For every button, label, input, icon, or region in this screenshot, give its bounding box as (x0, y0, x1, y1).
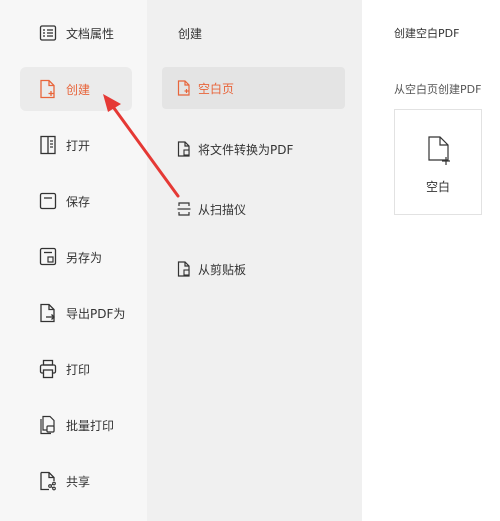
export-pdf-icon (38, 303, 58, 323)
sidebar-item-save[interactable]: 保存 (20, 179, 132, 223)
sidebar-item-document-properties[interactable]: 文档属性 (20, 11, 132, 55)
blank-page-icon (176, 80, 192, 96)
option-label: 将文件转换为PDF (198, 142, 294, 157)
sidebar-item-label: 创建 (66, 82, 91, 97)
create-panel-title: 创建 (178, 27, 203, 41)
option-label: 从扫描仪 (198, 202, 247, 217)
detail-title: 创建空白PDF (394, 27, 460, 40)
save-as-icon (38, 247, 58, 267)
blank-document-icon (427, 136, 451, 170)
document-properties-icon (38, 23, 58, 43)
sidebar-item-label: 保存 (66, 194, 91, 209)
sidebar-item-save-as[interactable]: 另存为 (20, 235, 132, 279)
save-icon (38, 191, 58, 211)
share-icon (38, 471, 58, 491)
scanner-icon (176, 201, 192, 217)
convert-file-icon (176, 141, 192, 157)
sidebar-item-label: 打印 (66, 362, 91, 377)
sidebar-item-label: 批量打印 (66, 418, 115, 433)
detail-panel (362, 0, 500, 521)
option-convert-file[interactable]: 将文件转换为PDF (162, 128, 345, 170)
sidebar-item-label: 文档属性 (66, 26, 115, 41)
batch-print-icon (38, 415, 58, 435)
option-blank-page[interactable]: 空白页 (162, 67, 345, 109)
sidebar-item-print[interactable]: 打印 (20, 347, 132, 391)
option-label: 空白页 (198, 81, 235, 96)
sidebar-item-label: 打开 (66, 138, 91, 153)
clipboard-icon (176, 261, 192, 277)
create-icon (38, 79, 58, 99)
card-label: 空白 (425, 180, 450, 194)
sidebar-item-create[interactable]: 创建 (20, 67, 132, 111)
open-icon (38, 135, 58, 155)
sidebar-item-label: 共享 (66, 474, 91, 489)
option-from-scanner[interactable]: 从扫描仪 (162, 188, 345, 230)
sidebar-item-share[interactable]: 共享 (20, 459, 132, 503)
blank-pdf-card[interactable]: 空白 (394, 109, 482, 215)
sidebar-item-open[interactable]: 打开 (20, 123, 132, 167)
sidebar-item-export-pdf[interactable]: 导出PDF为 (20, 291, 132, 335)
detail-subtitle: 从空白页创建PDF (394, 83, 482, 96)
sidebar-item-batch-print[interactable]: 批量打印 (20, 403, 132, 447)
option-label: 从剪贴板 (198, 262, 247, 277)
print-icon (38, 359, 58, 379)
sidebar-item-label: 另存为 (66, 250, 103, 265)
sidebar-item-label: 导出PDF为 (66, 306, 126, 321)
option-from-clipboard[interactable]: 从剪贴板 (162, 248, 345, 290)
